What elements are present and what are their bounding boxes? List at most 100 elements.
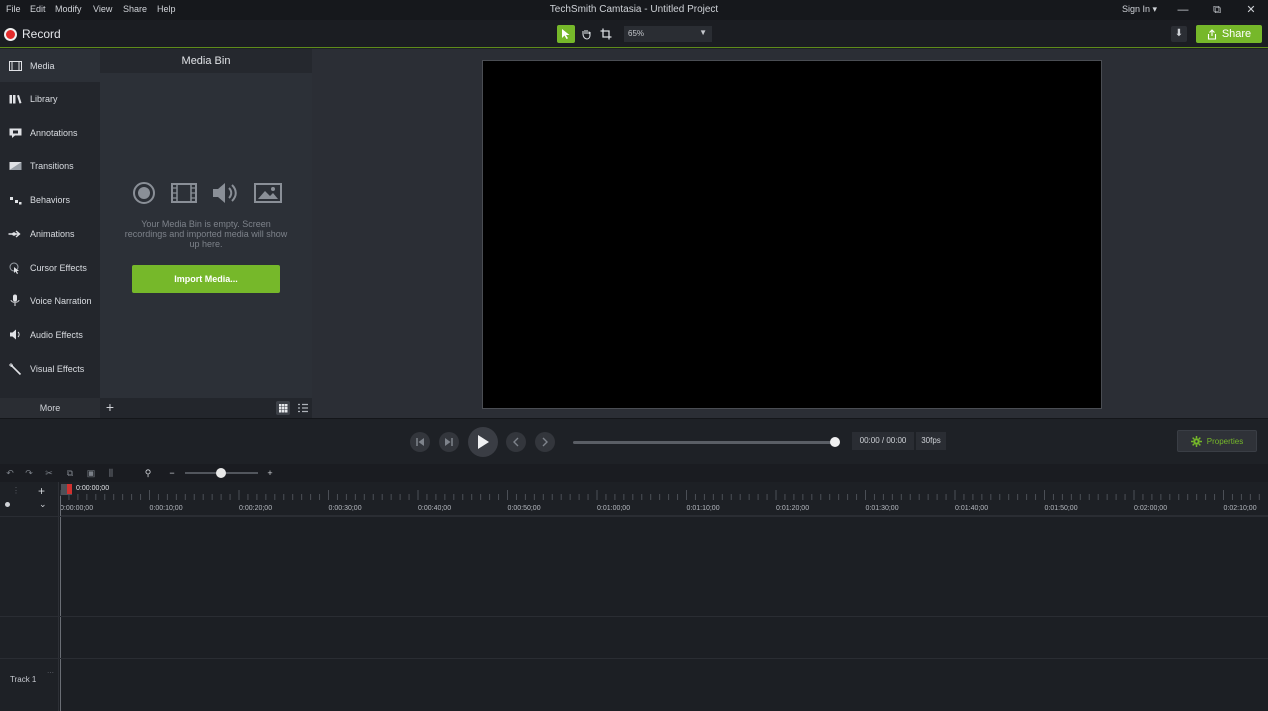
sidebar-item-label: Visual Effects — [30, 363, 85, 374]
sidebar-item-annotations[interactable]: Annotations — [0, 116, 100, 149]
media-type-icons — [132, 181, 282, 205]
fps-display: 30fps — [916, 432, 946, 450]
zoom-in-button[interactable]: + — [263, 466, 277, 480]
tool-sidebar: Media Library Annotations Transitions Be… — [0, 49, 100, 398]
sidebar-item-label: Media — [30, 60, 55, 71]
gear-icon — [1190, 435, 1202, 447]
sidebar-item-audio-effects[interactable]: Audio Effects — [0, 318, 100, 351]
sidebar-item-visual-effects[interactable]: Visual Effects — [0, 352, 100, 385]
record-button[interactable]: Record — [4, 26, 61, 42]
cut-icon[interactable]: ✂ — [42, 466, 56, 480]
step-forward-icon — [445, 438, 453, 446]
minimize-button[interactable]: — — [1173, 2, 1193, 18]
sidebar-item-cursor-effects[interactable]: Cursor Effects — [0, 251, 100, 284]
sidebar-item-transitions[interactable]: Transitions — [0, 149, 100, 182]
crop-icon — [600, 28, 612, 40]
chevron-down-icon[interactable]: ⌄ — [39, 499, 47, 510]
previous-marker-button[interactable] — [506, 432, 526, 452]
list-icon — [298, 403, 308, 413]
cursor-arrow-icon — [562, 29, 570, 39]
sidebar-item-library[interactable]: Library — [0, 82, 100, 115]
microphone-icon — [8, 294, 22, 307]
chevron-down-icon: ▼ — [699, 28, 707, 37]
sidebar-item-animations[interactable]: Animations — [0, 217, 100, 250]
play-button[interactable] — [468, 427, 498, 457]
add-track-button[interactable]: + — [38, 484, 45, 498]
close-button[interactable]: ✕ — [1241, 2, 1261, 18]
pan-tool-button[interactable] — [577, 25, 595, 43]
speaker-icon — [8, 329, 22, 341]
playhead-time: 0:00:00;00 — [76, 485, 110, 492]
video-canvas[interactable] — [482, 60, 1102, 409]
zoom-out-button[interactable]: − — [165, 466, 179, 480]
import-media-button[interactable]: Import Media... — [132, 265, 280, 293]
ruler-tick-label: 0:00:30;00 — [328, 505, 362, 512]
empty-track-lane[interactable] — [0, 616, 1268, 658]
ruler-tick-label: 0:01:30;00 — [865, 505, 899, 512]
sidebar-item-label: Animations — [30, 228, 75, 239]
copy-icon[interactable]: ⧉ — [63, 466, 77, 480]
crop-tool-button[interactable] — [597, 25, 615, 43]
undo-icon[interactable]: ↶ — [3, 466, 17, 480]
media-bin-panel: Media Bin Your Media Bin is empty. Scree… — [100, 49, 312, 398]
canvas-zoom-dropdown[interactable]: 65% ▼ — [624, 26, 712, 42]
step-back-icon — [416, 438, 424, 446]
grid-view-button[interactable] — [276, 401, 290, 415]
sidebar-item-label: Audio Effects — [30, 329, 83, 340]
track-1-lane[interactable] — [0, 658, 1268, 701]
ruler-tick-label: 0:00:00;00 — [60, 505, 94, 512]
track-marker-icon — [5, 502, 10, 507]
paste-icon[interactable]: ▣ — [84, 466, 98, 480]
track-options-icon[interactable]: ⋯ — [47, 669, 54, 677]
timeline-zoom-handle[interactable] — [216, 468, 226, 478]
properties-button[interactable]: Properties — [1177, 430, 1257, 452]
scrubber-handle[interactable] — [830, 437, 840, 447]
sidebar-item-behaviors[interactable]: Behaviors — [0, 183, 100, 216]
sidebar-item-label: Transitions — [30, 160, 74, 171]
add-button[interactable]: + — [102, 400, 118, 416]
sidebar-item-media[interactable]: Media — [0, 49, 100, 82]
step-forward-button[interactable] — [439, 432, 459, 452]
empty-track-lane[interactable] — [0, 516, 1268, 616]
sidebar-item-voice-narration[interactable]: Voice Narration — [0, 284, 100, 317]
list-view-button[interactable] — [296, 401, 310, 415]
ruler-tick-label: 0:01:50;00 — [1044, 505, 1078, 512]
menu-bar: File Edit Modify View Share Help TechSmi… — [0, 0, 1268, 20]
restore-button[interactable]: ⧉ — [1207, 2, 1227, 18]
ruler-tick-label: 0:02:10;00 — [1223, 505, 1257, 512]
sidebar-item-label: Annotations — [30, 127, 78, 138]
menu-share[interactable]: Share — [123, 4, 147, 14]
ruler-tick-label: 0:00:20;00 — [239, 505, 273, 512]
menu-edit[interactable]: Edit — [30, 4, 46, 14]
timecode-display: 00:00 / 00:00 — [852, 432, 914, 450]
zoom-value: 65% — [628, 29, 645, 38]
timeline: ⋮ + ⌄ 0:00:00;00 0:00:10;00 0:00:20;00 0:00… — [0, 482, 1268, 711]
share-icon — [1207, 28, 1216, 40]
record-label: Record — [22, 27, 61, 41]
chevron-right-icon — [542, 437, 548, 447]
behaviors-icon — [8, 194, 22, 206]
menu-view[interactable]: View — [93, 4, 112, 14]
split-icon[interactable]: ⫼ — [104, 466, 118, 480]
playback-scrubber[interactable] — [573, 441, 835, 444]
lock-icon[interactable]: ⋮ — [12, 486, 20, 495]
ruler-tick-label: 0:00:10;00 — [149, 505, 183, 512]
menu-modify[interactable]: Modify — [55, 4, 82, 14]
share-button[interactable]: Share — [1196, 25, 1262, 43]
animation-arrow-icon — [8, 228, 22, 240]
sign-in-button[interactable]: Sign In ▾ — [1122, 4, 1157, 15]
grid-icon — [279, 404, 288, 413]
ruler-tick-label: 0:02:00;00 — [1134, 505, 1168, 512]
next-marker-button[interactable] — [535, 432, 555, 452]
ruler-tick-label: 0:00:40;00 — [418, 505, 452, 512]
playhead-indicator — [67, 484, 72, 494]
menu-file[interactable]: File — [6, 4, 21, 14]
step-back-button[interactable] — [410, 432, 430, 452]
timeline-ruler[interactable]: 0:00:00;00 0:00:10;00 0:00:20;00 0:00:30;00… — [60, 482, 1268, 516]
menu-help[interactable]: Help — [157, 4, 176, 14]
select-tool-button[interactable] — [557, 25, 575, 43]
redo-icon[interactable]: ↷ — [22, 466, 36, 480]
more-button[interactable]: More — [0, 398, 100, 418]
download-button[interactable]: ⬇ — [1171, 26, 1187, 42]
ruler-tick-label: 0:01:10;00 — [686, 505, 720, 512]
